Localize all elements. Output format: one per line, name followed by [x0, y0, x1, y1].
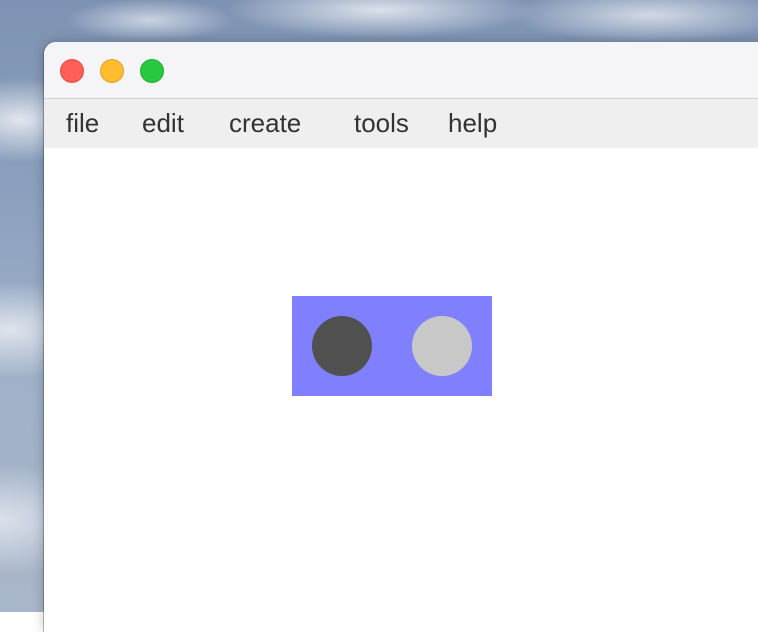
zoom-window-button[interactable]	[140, 59, 164, 83]
menu-create[interactable]: create	[229, 108, 301, 138]
close-window-button[interactable]	[60, 59, 84, 83]
menu-tools[interactable]: tools	[354, 108, 409, 138]
blue-rectangle-shape[interactable]	[292, 296, 492, 396]
minimize-window-button[interactable]	[100, 59, 124, 83]
light-circle-shape[interactable]	[412, 316, 472, 376]
menu-bar: file edit create tools help	[44, 99, 758, 148]
menu-help[interactable]: help	[448, 108, 497, 138]
app-window: file edit create tools help	[44, 42, 758, 632]
menu-file[interactable]: file	[66, 108, 99, 138]
title-bar[interactable]	[44, 42, 758, 99]
drawing-canvas[interactable]	[44, 148, 758, 632]
menu-edit[interactable]: edit	[142, 108, 184, 138]
dark-circle-shape[interactable]	[312, 316, 372, 376]
